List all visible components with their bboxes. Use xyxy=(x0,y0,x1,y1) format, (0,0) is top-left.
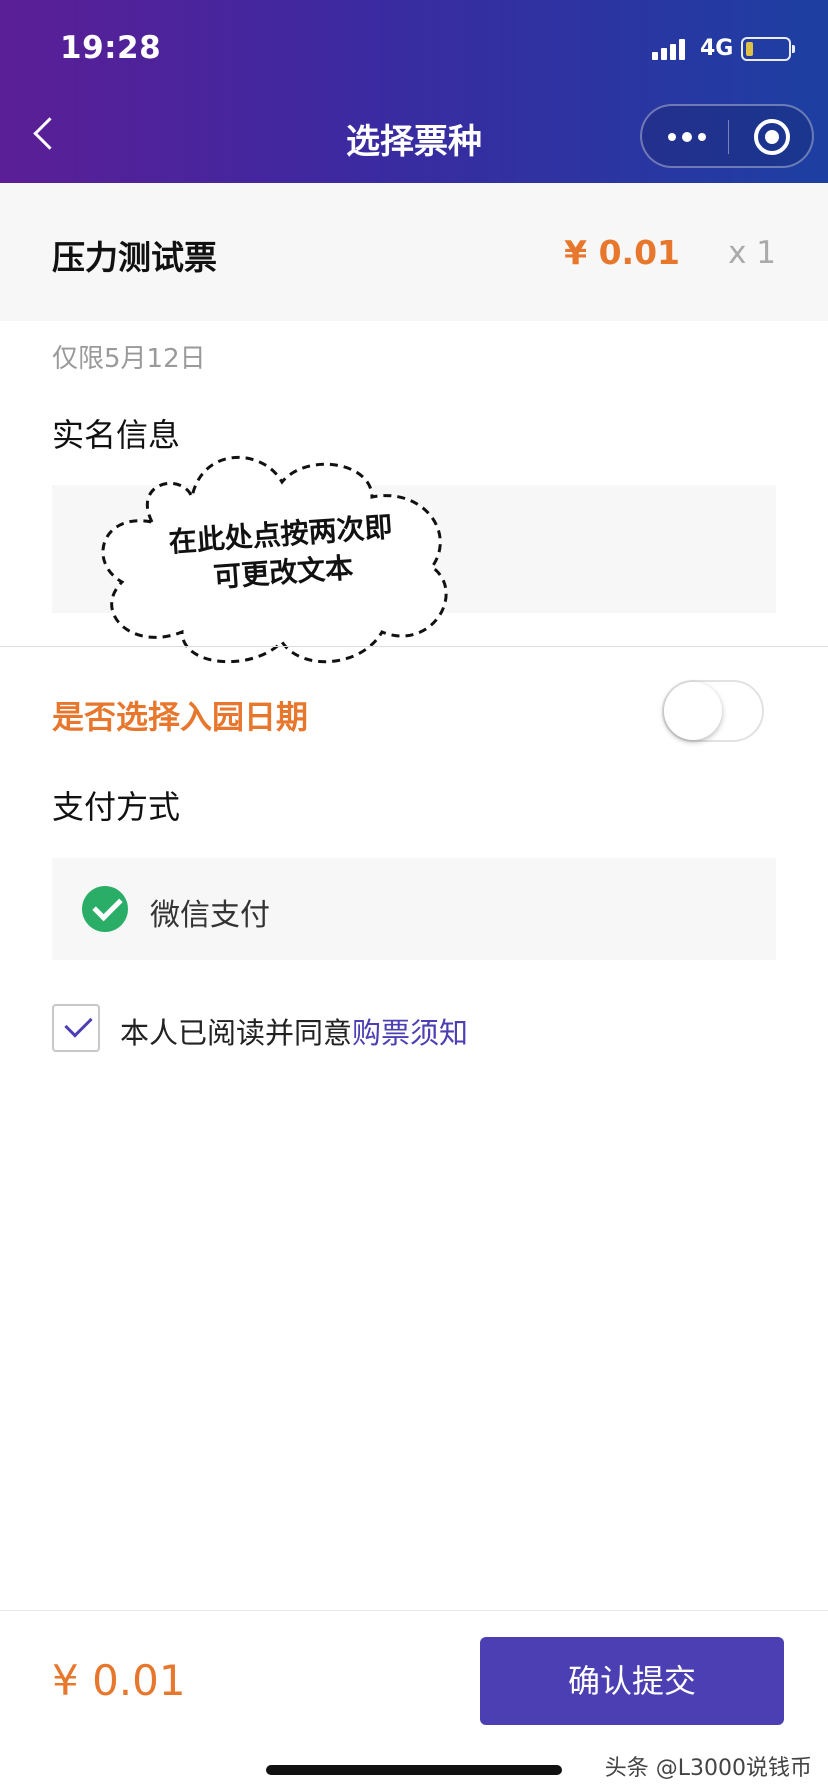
payment-title: 支付方式 xyxy=(52,788,181,826)
close-target-icon[interactable] xyxy=(754,119,790,155)
ticket-name: 压力测试票 xyxy=(52,238,217,277)
footer-divider xyxy=(0,1610,828,1611)
toggle-knob xyxy=(664,682,722,740)
capsule-divider xyxy=(728,120,729,154)
agreement-text: 本人已阅读并同意购票须知 xyxy=(120,1010,468,1052)
date-limit: 仅限5月12日 xyxy=(52,344,206,374)
agreement-label: 本人已阅读并同意 xyxy=(120,1016,353,1050)
more-icon[interactable] xyxy=(668,130,708,144)
payment-method-label: 微信支付 xyxy=(150,898,270,933)
wechat-pay-icon xyxy=(82,886,128,932)
signal-icon xyxy=(652,38,692,60)
status-time: 19:28 xyxy=(60,30,162,66)
park-date-label: 是否选择入园日期 xyxy=(52,698,309,736)
payment-option-wechat[interactable]: 微信支付 xyxy=(52,858,776,960)
total-price: ¥ 0.01 xyxy=(52,1656,186,1705)
network-type: 4G xyxy=(700,36,734,61)
ticket-price: ¥ 0.01 xyxy=(564,233,680,272)
ticket-notice-link[interactable]: 购票须知 xyxy=(352,1016,468,1050)
real-name-title: 实名信息 xyxy=(52,416,181,454)
mini-program-capsule xyxy=(640,104,814,168)
ticket-row: 压力测试票 ¥ 0.01 x 1 xyxy=(0,183,828,321)
park-date-toggle[interactable] xyxy=(662,680,764,742)
section-divider xyxy=(0,646,828,647)
app-header: 19:28 4G 选择票种 xyxy=(0,0,828,183)
agreement-checkbox[interactable] xyxy=(52,1004,100,1052)
ticket-quantity: x 1 xyxy=(728,235,776,271)
battery-icon xyxy=(741,37,795,61)
home-indicator xyxy=(266,1765,562,1775)
submit-button[interactable]: 确认提交 xyxy=(480,1637,784,1725)
watermark: 头条 @L3000说钱币 xyxy=(604,1756,812,1781)
speech-cloud-overlay: 在此处点按两次即 可更改文本 xyxy=(92,452,460,670)
